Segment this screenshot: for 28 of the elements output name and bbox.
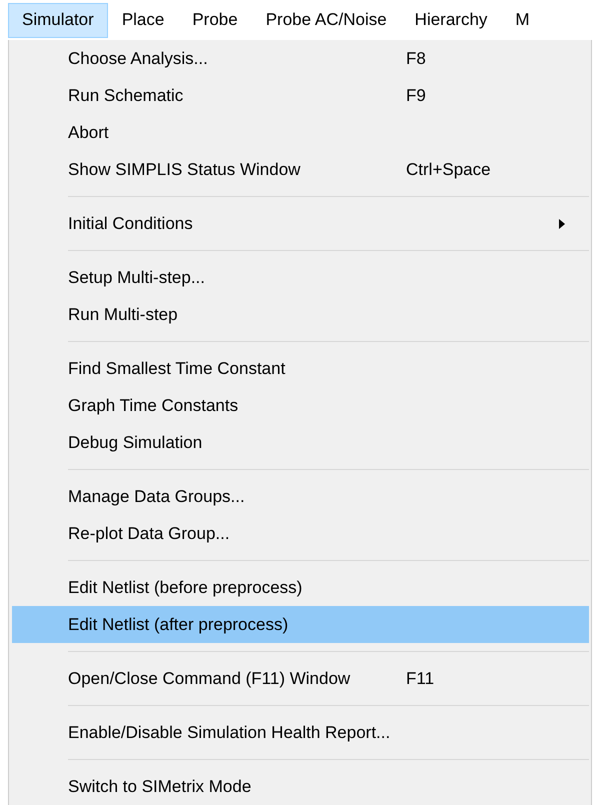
menu-item[interactable]: Switch to SIMetrix Mode xyxy=(12,768,589,805)
menu-item[interactable]: Find Smallest Time Constant xyxy=(12,350,589,387)
menu-item[interactable]: Enable/Disable Simulation Health Report... xyxy=(12,714,589,751)
menu-item[interactable]: Edit Netlist (before preprocess) xyxy=(12,569,589,606)
menu-bar-item[interactable]: Probe xyxy=(178,2,252,38)
menu-bar-item[interactable]: Simulator xyxy=(8,2,108,38)
menu-item[interactable]: Debug Simulation xyxy=(12,424,589,461)
menu-item[interactable]: Initial Conditions xyxy=(12,205,589,242)
menu-item[interactable]: Setup Multi-step... xyxy=(12,259,589,296)
menu-bar-item[interactable]: M xyxy=(501,2,544,38)
menu-item[interactable]: Show SIMPLIS Status Window Ctrl+Space xyxy=(12,151,589,188)
menu-item[interactable]: Graph Time Constants xyxy=(12,387,589,424)
shortcut-label: F11 xyxy=(406,668,436,688)
shortcut-label: F9 xyxy=(406,86,427,106)
menu-item[interactable]: Manage Data Groups... xyxy=(12,478,589,515)
menu-item[interactable]: Edit Netlist (after preprocess) xyxy=(12,606,589,643)
submenu-arrow-icon xyxy=(559,218,565,228)
menu-item[interactable]: Re-plot Data Group... xyxy=(12,515,589,552)
shortcut-label: F8 xyxy=(406,48,427,68)
menu-bar-item[interactable]: Hierarchy xyxy=(400,2,502,38)
menu-item[interactable]: Run Multi-step xyxy=(12,296,589,333)
menu-bar-item[interactable]: Place xyxy=(108,2,178,38)
menu-item[interactable]: Choose Analysis... F8 xyxy=(12,40,589,77)
menu-item[interactable]: Abort xyxy=(12,114,589,151)
menu-item[interactable]: Open/Close Command (F11) Window F11 xyxy=(12,660,589,697)
shortcut-label: Ctrl+Space xyxy=(406,160,492,180)
menu-item[interactable]: Run Schematic F9 xyxy=(12,77,589,114)
menu-bar-item[interactable]: Probe AC/Noise xyxy=(252,2,401,38)
